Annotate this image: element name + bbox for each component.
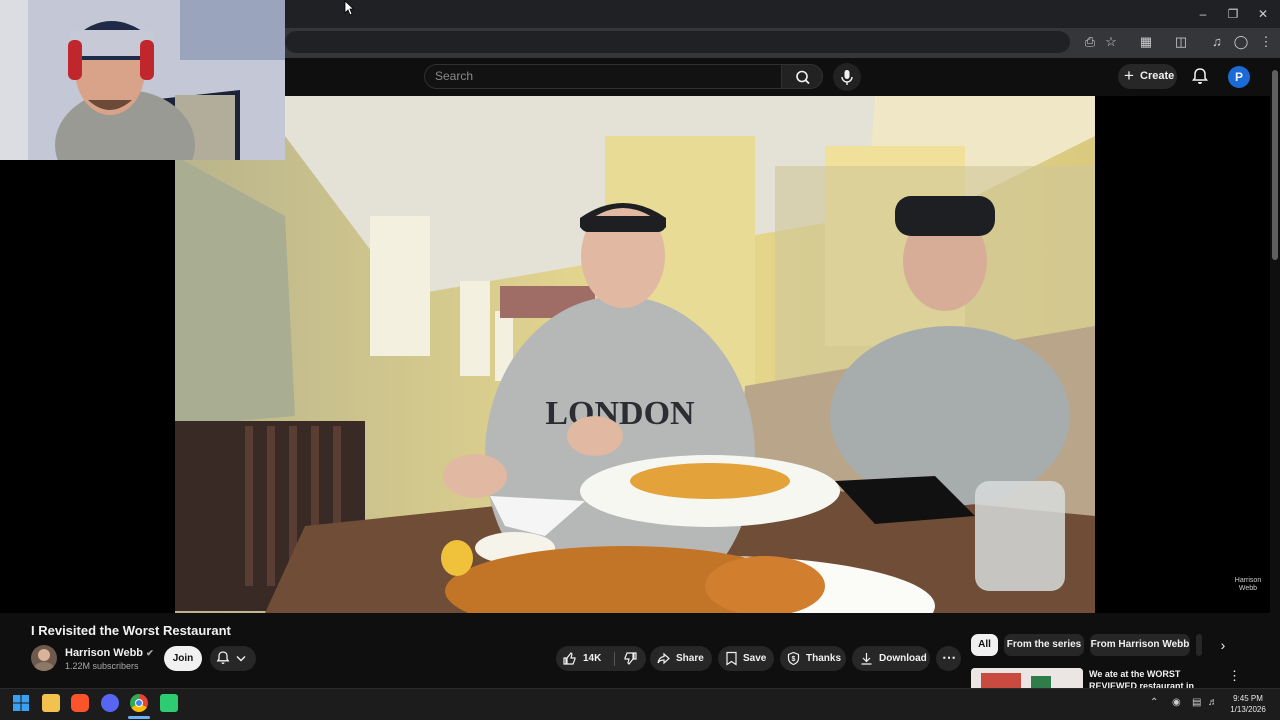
file-explorer-icon[interactable]	[42, 694, 60, 712]
join-button[interactable]: Join	[164, 646, 202, 671]
more-horizontal-icon: ⋯	[942, 649, 956, 665]
like-divider	[614, 652, 615, 666]
webcam-overlay	[0, 0, 285, 160]
verified-icon: ✔	[146, 648, 154, 658]
save-button[interactable]: Save	[718, 646, 774, 671]
browser-menu-icon[interactable]: ⋮	[1256, 33, 1276, 51]
chip-partial[interactable]	[1196, 634, 1202, 656]
mouse-cursor-icon	[344, 0, 355, 21]
chip-from-the-series[interactable]: From the series	[1004, 634, 1084, 656]
windows-taskbar	[0, 688, 1280, 720]
chip-from-harrison-webb[interactable]: From Harrison Webb	[1090, 634, 1190, 656]
watermark-line-2: Webb	[1238, 585, 1258, 592]
address-bar[interactable]	[285, 31, 1070, 53]
notifications-bell-icon[interactable]	[1190, 66, 1210, 86]
close-icon[interactable]: ✕	[1248, 4, 1278, 24]
install-app-icon[interactable]: ⎙	[1080, 33, 1100, 51]
like-button[interactable]: 14K	[556, 646, 612, 671]
share-icon	[657, 652, 670, 665]
thumbs-down-icon	[624, 652, 637, 665]
microphone-icon	[841, 70, 853, 85]
side-panel-icon[interactable]: ◫	[1171, 33, 1191, 51]
notification-settings-button[interactable]	[210, 646, 256, 671]
thumbs-up-icon	[563, 652, 576, 665]
minimize-icon[interactable]: –	[1188, 4, 1218, 24]
more-actions-button[interactable]: ⋯	[936, 646, 961, 671]
related-video-thumbnail[interactable]	[971, 668, 1083, 688]
active-app-indicator	[128, 716, 150, 719]
download-icon	[861, 653, 872, 665]
account-avatar[interactable]: P	[1228, 66, 1250, 88]
super-thanks-icon: $	[787, 651, 800, 666]
bookmark-star-icon[interactable]: ☆	[1101, 33, 1121, 51]
like-count: 14K	[583, 653, 602, 664]
subscriber-count: 1.22M subscribers	[65, 661, 139, 671]
system-clock[interactable]: 9:45 PM 1/13/2026	[1222, 693, 1274, 715]
clock-date: 1/13/2026	[1230, 705, 1266, 714]
plus-icon: +	[1124, 66, 1134, 85]
share-button[interactable]: Share	[650, 646, 712, 671]
video-frame[interactable]: LONDON	[175, 96, 1095, 613]
search-button[interactable]	[781, 64, 823, 89]
bookmark-icon	[726, 651, 737, 666]
download-label: Download	[879, 653, 927, 664]
svg-text:$: $	[792, 656, 796, 663]
clock-time: 9:45 PM	[1233, 694, 1263, 703]
video-title: I Revisited the Worst Restaurant	[31, 623, 231, 638]
channel-watermark: Harrison Webb	[1230, 577, 1266, 593]
search-icon	[796, 70, 810, 85]
like-dislike-group: 14K	[556, 646, 646, 671]
share-label: Share	[676, 653, 704, 664]
watermark-line-1: Harrison	[1234, 577, 1262, 584]
download-button[interactable]: Download	[852, 646, 930, 671]
channel-avatar[interactable]	[31, 645, 57, 671]
extensions-icon[interactable]: ▦	[1136, 33, 1156, 51]
profile-icon[interactable]: ◯	[1231, 33, 1251, 51]
dislike-button[interactable]	[616, 646, 646, 671]
save-label: Save	[743, 653, 767, 664]
chevron-down-icon	[236, 656, 246, 662]
tray-overflow-icon[interactable]: ⌃	[1150, 697, 1158, 708]
restaurant-scene-image: LONDON	[175, 96, 1095, 613]
related-more-icon[interactable]: ⋮	[1228, 668, 1241, 684]
channel-name-text: Harrison Webb	[65, 647, 144, 659]
volume-icon[interactable]: ♬	[1208, 697, 1218, 708]
discord-icon[interactable]	[101, 694, 119, 712]
brave-browser-icon[interactable]	[71, 694, 89, 712]
thanks-button[interactable]: $ Thanks	[780, 646, 846, 671]
scrollbar-thumb[interactable]	[1272, 70, 1278, 260]
search-input[interactable]: Search	[424, 64, 781, 89]
restore-icon[interactable]: ❐	[1218, 4, 1248, 24]
chevron-right-icon[interactable]: ›	[1214, 636, 1232, 654]
microphone-tray-icon[interactable]: ◉	[1172, 697, 1181, 708]
voice-search-button[interactable]	[833, 63, 861, 91]
messaging-app-icon[interactable]	[160, 694, 178, 712]
chip-all[interactable]: All	[971, 634, 998, 656]
network-icon[interactable]: ▤	[1192, 697, 1201, 708]
channel-name[interactable]: Harrison Webb ✔	[65, 647, 154, 659]
svg-text:LONDON: LONDON	[545, 395, 695, 432]
windows-start-icon[interactable]	[12, 694, 30, 712]
thanks-label: Thanks	[806, 653, 842, 664]
chrome-icon[interactable]	[130, 694, 148, 712]
media-controls-icon[interactable]: ♫	[1207, 33, 1227, 51]
bell-icon	[216, 651, 230, 664]
